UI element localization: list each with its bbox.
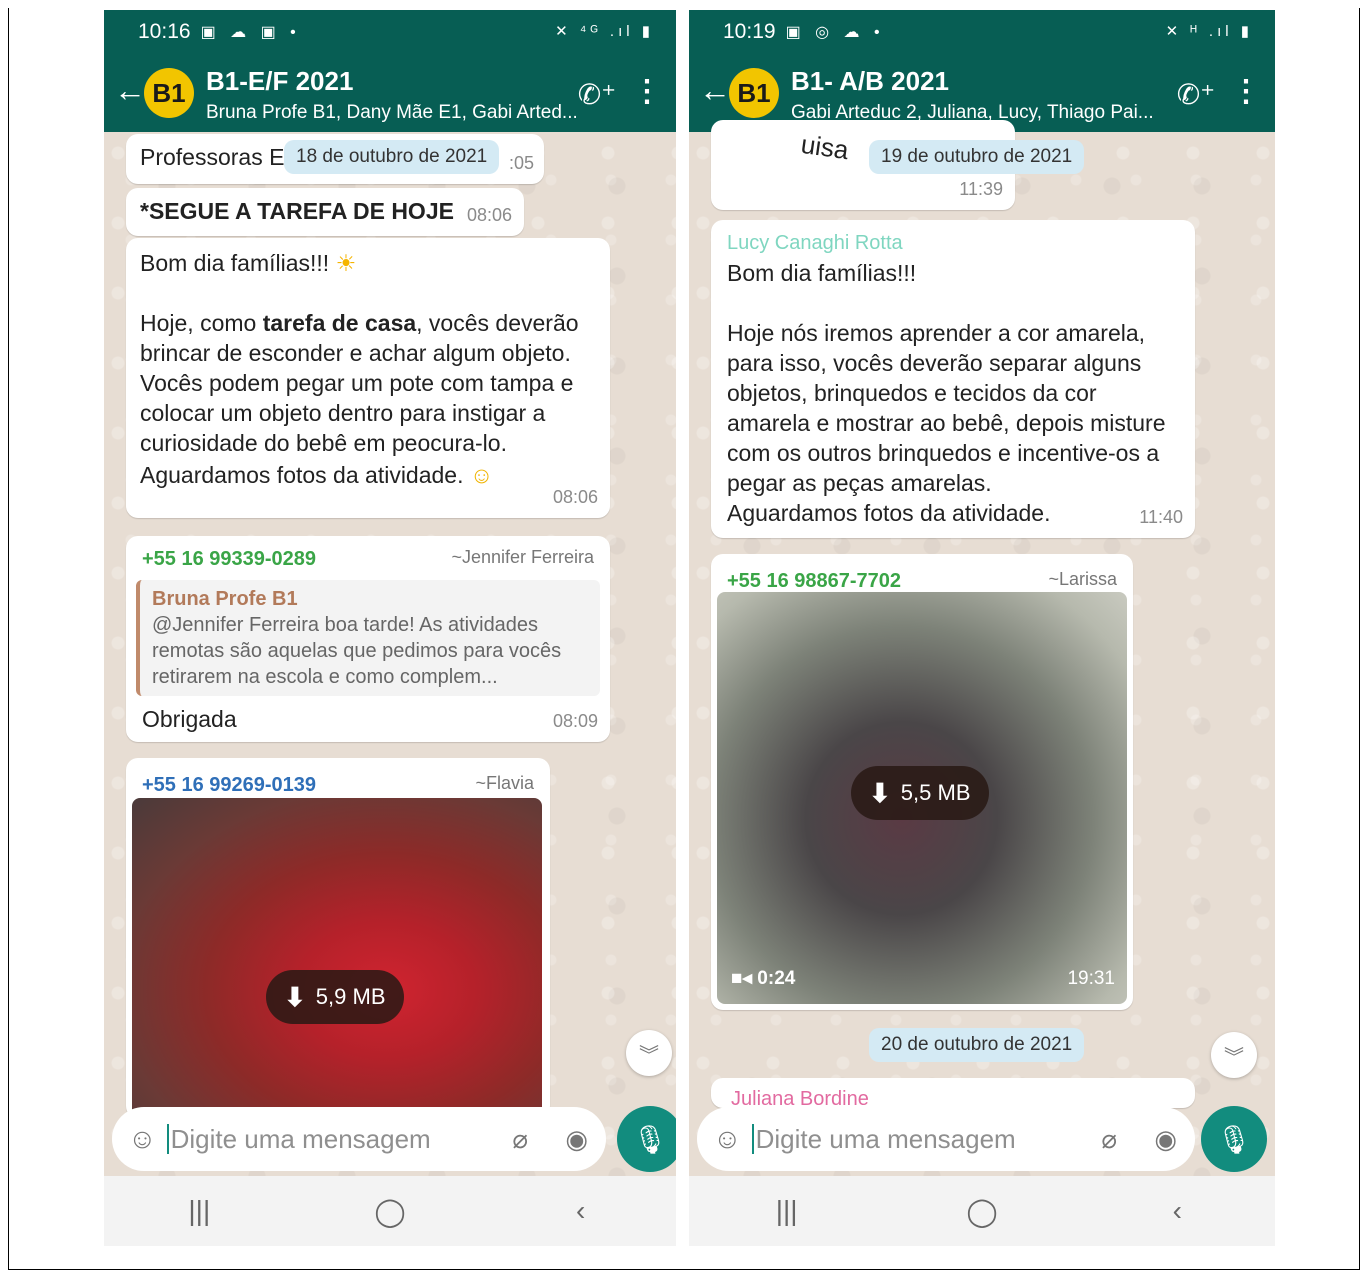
attach-icon[interactable]: ⌀ bbox=[1101, 1124, 1117, 1155]
text-caret bbox=[166, 1124, 169, 1154]
back-arrow-icon[interactable]: ← bbox=[114, 72, 146, 109]
message-text-last: Aguardamos fotos da atividade. bbox=[727, 500, 1051, 526]
message-time: 11:40 bbox=[1139, 507, 1183, 527]
date-chip: 18 de outubro de 2021 bbox=[284, 140, 500, 174]
smirk-emoji-icon: ☺ bbox=[469, 462, 494, 488]
message-greeting: Bom dia famílias!!! bbox=[727, 260, 917, 286]
message-input-bar[interactable]: ☺ Digite uma mensagem ⌀ ◉ bbox=[112, 1107, 606, 1171]
android-nav-bar: ||| ◯ ‹ bbox=[104, 1176, 676, 1246]
message-text: Obrigada bbox=[142, 706, 237, 732]
video-duration: ■◂ 0:24 bbox=[731, 964, 795, 994]
blurred-image-preview[interactable]: ⬇ 5,9 MB bbox=[132, 798, 542, 1118]
notification-icons: ▣ ☁ ▣ • bbox=[200, 24, 301, 41]
mic-icon[interactable]: 🎙 bbox=[617, 1106, 676, 1172]
chat-participants[interactable]: Bruna Profe B1, Dany Mãe E1, Gabi Arted.… bbox=[206, 102, 576, 124]
quoted-sender: Bruna Profe B1 bbox=[152, 588, 298, 610]
message-greeting: Bom dia famílias!!! bbox=[140, 250, 330, 276]
sun-emoji-icon: ☀ bbox=[335, 250, 357, 276]
sender-alias: ~Flavia bbox=[475, 773, 534, 793]
notification-icons: ▣ ◎ ☁ • bbox=[785, 24, 885, 41]
message-text: Professoras E bbox=[140, 144, 285, 170]
emoji-icon[interactable]: ☺ bbox=[128, 1123, 157, 1155]
sender-alias: ~Jennifer Ferreira bbox=[451, 547, 594, 567]
status-time: 10:16 bbox=[138, 20, 191, 43]
message-time: 08:09 bbox=[552, 711, 598, 731]
media-message-bubble[interactable]: +55 16 98867-7702 ~Larissa ⬇ 5,5 MB ■◂ 0… bbox=[711, 554, 1133, 1010]
nav-back-icon[interactable]: ‹ bbox=[531, 1195, 631, 1227]
message-input-bar[interactable]: ☺ Digite uma mensagem ⌀ ◉ bbox=[697, 1107, 1195, 1171]
more-vert-icon[interactable]: ⋮ bbox=[632, 74, 662, 109]
sender-phone[interactable]: +55 16 99269-0139 bbox=[142, 774, 316, 796]
status-bar: 10:16 ▣ ☁ ▣ • ✕ ⁴ᴳ .ıl ▮ bbox=[104, 10, 676, 54]
recent-apps-icon[interactable]: ||| bbox=[149, 1195, 249, 1227]
message-bubble[interactable]: Juliana Bordine bbox=[711, 1078, 1195, 1108]
back-arrow-icon[interactable]: ← bbox=[699, 72, 731, 109]
sender-alias: ~Larissa bbox=[1048, 569, 1117, 589]
sender-name[interactable]: Juliana Bordine bbox=[731, 1084, 1175, 1108]
chat-header: ← B1 B1-E/F 2021 Bruna Profe B1, Dany Mã… bbox=[104, 54, 676, 132]
file-size: 5,9 MB bbox=[315, 984, 386, 1009]
partial-image-text: uisa bbox=[799, 128, 851, 166]
camera-icon[interactable]: ◉ bbox=[565, 1124, 588, 1155]
sender-phone[interactable]: +55 16 98867-7702 bbox=[727, 570, 901, 592]
message-text: Hoje nós iremos aprender a cor amarela, … bbox=[727, 320, 1166, 496]
sender-phone[interactable]: +55 16 99339-0289 bbox=[142, 548, 316, 570]
home-icon[interactable]: ◯ bbox=[340, 1195, 440, 1228]
duration-text: 0:24 bbox=[757, 968, 796, 989]
message-text-bold: tarefa de casa bbox=[262, 310, 417, 336]
download-button[interactable]: ⬇ 5,5 MB bbox=[851, 766, 989, 820]
message-input[interactable]: Digite uma mensagem bbox=[756, 1124, 1016, 1155]
status-bar: 10:19 ▣ ◎ ☁ • ✕ ᴴ .ıl ▮ bbox=[689, 10, 1275, 54]
mic-icon[interactable]: 🎙 bbox=[1201, 1106, 1267, 1172]
message-time: 11:39 bbox=[959, 179, 1003, 199]
home-icon[interactable]: ◯ bbox=[932, 1195, 1032, 1228]
signal-icons: ✕ ᴴ .ıl ▮ bbox=[1165, 23, 1253, 40]
file-size: 5,5 MB bbox=[900, 780, 971, 805]
message-bubble[interactable]: *SEGUE A TAREFA DE HOJE 08:06 bbox=[126, 188, 524, 236]
group-avatar[interactable]: B1 bbox=[729, 68, 779, 118]
quoted-message[interactable]: Bruna Profe B1 @Jennifer Ferreira boa ta… bbox=[136, 580, 600, 696]
media-message-bubble[interactable]: +55 16 99269-0139 ~Flavia ⬇ 5,9 MB bbox=[126, 758, 550, 1118]
blurred-video-preview[interactable]: ⬇ 5,5 MB ■◂ 0:24 19:31 bbox=[717, 592, 1127, 1004]
video-camera-icon: ■◂ bbox=[731, 968, 753, 989]
message-time: 08:06 bbox=[552, 487, 598, 507]
text-caret bbox=[751, 1124, 754, 1154]
chat-title[interactable]: B1-E/F 2021 bbox=[206, 66, 353, 97]
emoji-icon[interactable]: ☺ bbox=[713, 1123, 742, 1155]
phone-right: 10:19 ▣ ◎ ☁ • ✕ ᴴ .ıl ▮ ← B1 B1- A/B 202… bbox=[689, 10, 1275, 1246]
sender-name[interactable]: Lucy Canaghi Rotta bbox=[727, 228, 1179, 258]
add-call-icon[interactable]: ✆⁺ bbox=[578, 78, 616, 111]
more-vert-icon[interactable]: ⋮ bbox=[1231, 74, 1261, 109]
chat-title[interactable]: B1- A/B 2021 bbox=[791, 66, 949, 97]
scroll-down-icon[interactable]: ︾ bbox=[626, 1030, 672, 1076]
download-button[interactable]: ⬇ 5,9 MB bbox=[266, 970, 404, 1024]
message-bubble[interactable]: Bom dia famílias!!! ☀ Hoje, como tarefa … bbox=[126, 238, 610, 518]
message-input[interactable]: Digite uma mensagem bbox=[171, 1124, 431, 1155]
date-chip: 19 de outubro de 2021 bbox=[869, 140, 1085, 174]
status-time: 10:19 bbox=[723, 20, 776, 43]
message-text-pre: Hoje, como bbox=[140, 310, 263, 336]
recent-apps-icon[interactable]: ||| bbox=[737, 1195, 837, 1227]
message-time: :05 bbox=[508, 153, 534, 173]
attach-icon[interactable]: ⌀ bbox=[512, 1124, 528, 1155]
nav-back-icon[interactable]: ‹ bbox=[1127, 1195, 1227, 1227]
group-avatar[interactable]: B1 bbox=[144, 68, 194, 118]
quoted-text: @Jennifer Ferreira boa tarde! As ativida… bbox=[152, 614, 562, 688]
phone-left: 10:16 ▣ ☁ ▣ • ✕ ⁴ᴳ .ıl ▮ ← B1 B1-E/F 202… bbox=[104, 10, 676, 1246]
camera-icon[interactable]: ◉ bbox=[1154, 1124, 1177, 1155]
message-time: 19:31 bbox=[1067, 968, 1115, 989]
message-bubble[interactable]: Lucy Canaghi Rotta Bom dia famílias!!! H… bbox=[711, 220, 1195, 538]
date-chip: 20 de outubro de 2021 bbox=[869, 1028, 1085, 1062]
download-arrow-icon: ⬇ bbox=[869, 778, 891, 808]
download-arrow-icon: ⬇ bbox=[284, 982, 306, 1012]
message-text: *SEGUE A TAREFA DE HOJE bbox=[140, 198, 454, 224]
scroll-down-icon[interactable]: ︾ bbox=[1211, 1032, 1257, 1078]
reply-message-bubble[interactable]: +55 16 99339-0289 ~Jennifer Ferreira Bru… bbox=[126, 536, 610, 742]
add-call-icon[interactable]: ✆⁺ bbox=[1177, 78, 1215, 111]
message-text-last: Aguardamos fotos da atividade. bbox=[140, 462, 464, 488]
android-nav-bar: ||| ◯ ‹ bbox=[689, 1176, 1275, 1246]
signal-icons: ✕ ⁴ᴳ .ıl ▮ bbox=[555, 23, 654, 40]
message-time: 08:06 bbox=[466, 205, 512, 225]
